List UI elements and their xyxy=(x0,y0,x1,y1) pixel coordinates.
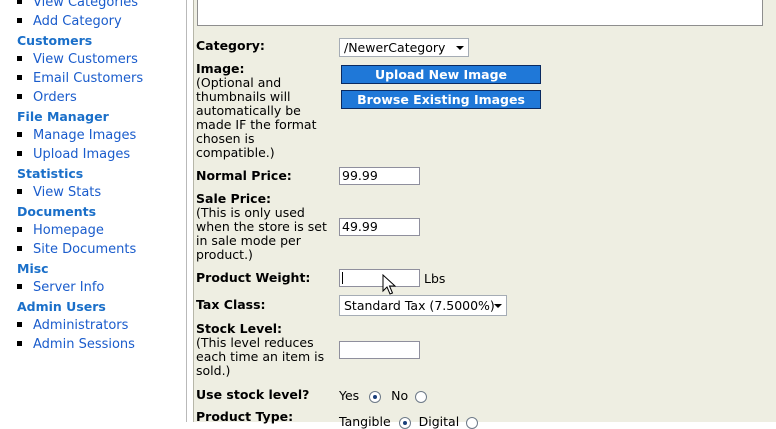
product-form-panel: Category: /NewerCategory Image: (Optiona… xyxy=(193,0,776,429)
text-caret xyxy=(342,272,343,284)
sidebar: View Categories Add Category Customers View… xyxy=(0,0,186,422)
chevron-down-icon xyxy=(456,46,464,50)
bullet-icon xyxy=(17,189,22,194)
sidebar-item-add-category[interactable]: Add Category xyxy=(0,12,186,31)
tax-class-select-value: Standard Tax (7.5000%) xyxy=(344,298,495,313)
bullet-icon xyxy=(17,132,22,137)
sidebar-section-misc[interactable]: Misc xyxy=(0,259,186,278)
bullet-icon xyxy=(17,341,22,346)
bullet-icon xyxy=(17,94,22,99)
sidebar-item-label: View Stats xyxy=(33,185,102,200)
stock-level-input[interactable] xyxy=(339,341,420,359)
sidebar-section-file-manager[interactable]: File Manager xyxy=(0,107,186,126)
sidebar-item-administrators[interactable]: Administrators xyxy=(0,316,186,335)
sidebar-item-label: Server Info xyxy=(33,280,105,295)
normal-price-input[interactable]: 99.99 xyxy=(339,167,420,185)
sidebar-item-view-stats[interactable]: View Stats xyxy=(0,183,186,202)
sidebar-item-label: Manage Images xyxy=(33,128,137,143)
image-note: (Optional and thumbnails will automatica… xyxy=(196,75,317,160)
category-label: Category: xyxy=(196,38,265,53)
sidebar-section-customers[interactable]: Customers xyxy=(0,31,186,50)
category-select[interactable]: /NewerCategory xyxy=(339,38,469,57)
description-textarea[interactable] xyxy=(197,0,763,26)
product-weight-label: Product Weight: xyxy=(196,270,311,285)
sidebar-section-statistics[interactable]: Statistics xyxy=(0,164,186,183)
use-stock-no-radio[interactable] xyxy=(415,390,428,403)
sidebar-item-label: Upload Images xyxy=(33,147,131,162)
sidebar-item-label: Homepage xyxy=(33,223,104,238)
product-weight-input[interactable] xyxy=(339,269,420,287)
sidebar-item-label: Add Category xyxy=(33,14,122,29)
stock-level-label: Stock Level: (This level reduces each ti… xyxy=(196,321,325,378)
use-stock-yes-radio[interactable] xyxy=(369,390,382,403)
sidebar-item-label: Administrators xyxy=(33,318,129,333)
sidebar-item-site-documents[interactable]: Site Documents xyxy=(0,240,186,259)
sidebar-item-label: Orders xyxy=(33,90,77,105)
sidebar-item-label: View Customers xyxy=(33,52,138,67)
bullet-icon xyxy=(17,246,22,251)
sidebar-item-orders[interactable]: Orders xyxy=(0,88,186,107)
product-type-tangible-radio[interactable] xyxy=(398,416,411,429)
category-select-value: /NewerCategory xyxy=(344,40,446,55)
sale-price-input[interactable]: 49.99 xyxy=(339,218,420,236)
sidebar-item-label: Email Customers xyxy=(33,71,144,86)
browse-existing-images-button[interactable]: Browse Existing Images xyxy=(341,90,541,109)
bullet-icon xyxy=(17,284,22,289)
sidebar-item-admin-sessions[interactable]: Admin Sessions xyxy=(0,335,186,354)
upload-new-image-button[interactable]: Upload New Image xyxy=(341,65,541,84)
bullet-icon xyxy=(17,75,22,80)
sidebar-item-manage-images[interactable]: Manage Images xyxy=(0,126,186,145)
tax-class-select[interactable]: Standard Tax (7.5000%) xyxy=(339,295,507,316)
sidebar-item-upload-images[interactable]: Upload Images xyxy=(0,145,186,164)
tax-class-label: Tax Class: xyxy=(196,297,266,312)
bullet-icon xyxy=(17,0,22,4)
sidebar-menu: View Categories Add Category Customers View… xyxy=(0,0,186,354)
sidebar-item-label: Admin Sessions xyxy=(33,337,135,352)
use-stock-yes-label: Yes xyxy=(339,388,360,403)
sidebar-item-view-categories[interactable]: View Categories xyxy=(0,0,186,12)
sidebar-item-label: Site Documents xyxy=(33,242,137,257)
image-label: Image: (Optional and thumbnails will aut… xyxy=(196,61,317,160)
product-type-digital-radio[interactable] xyxy=(466,416,479,429)
sale-price-label: Sale Price: (This is only used when the … xyxy=(196,191,327,262)
sidebar-item-email-customers[interactable]: Email Customers xyxy=(0,69,186,88)
sidebar-item-server-info[interactable]: Server Info xyxy=(0,278,186,297)
bullet-icon xyxy=(17,18,22,23)
use-stock-level-label: Use stock level? xyxy=(196,387,310,402)
stock-level-note: (This level reduces each time an item is… xyxy=(196,335,325,378)
sidebar-item-label: View Categories xyxy=(33,0,139,10)
normal-price-label: Normal Price: xyxy=(196,168,292,183)
bullet-icon xyxy=(17,56,22,61)
weight-unit-label: Lbs xyxy=(424,271,446,286)
chevron-down-icon xyxy=(494,304,502,308)
sidebar-item-view-customers[interactable]: View Customers xyxy=(0,50,186,69)
bullet-icon xyxy=(17,322,22,327)
sidebar-section-documents[interactable]: Documents xyxy=(0,202,186,221)
bullet-icon xyxy=(17,227,22,232)
bullet-icon xyxy=(17,151,22,156)
sale-price-note: (This is only used when the store is set… xyxy=(196,205,327,262)
use-stock-no-label: No xyxy=(391,388,409,403)
sidebar-section-admin-users[interactable]: Admin Users xyxy=(0,297,186,316)
sidebar-item-homepage[interactable]: Homepage xyxy=(0,221,186,240)
arrow-cursor-icon xyxy=(382,274,396,295)
